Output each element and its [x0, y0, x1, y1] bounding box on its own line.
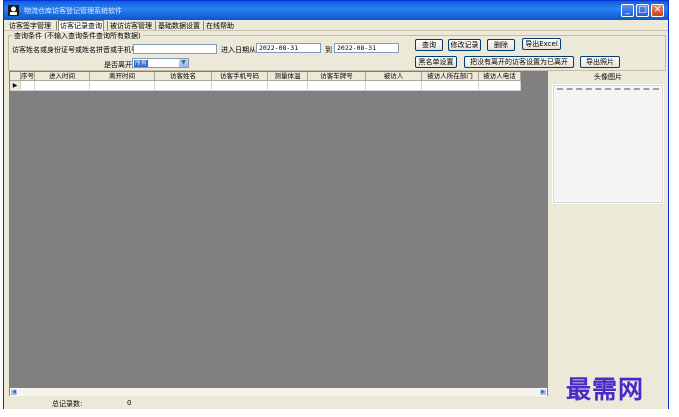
menu-separator — [107, 21, 108, 30]
mark-left-button[interactable]: 把没有离开的访客设置为已离开 — [464, 56, 574, 68]
menu-visitor-sign[interactable]: 访客签字管理 — [9, 21, 51, 31]
table-cell[interactable] — [422, 81, 479, 91]
date-to-label: 到 — [325, 46, 332, 54]
table-cell[interactable] — [366, 81, 422, 91]
date-from-input[interactable]: 2022-08-31 — [256, 43, 321, 53]
column-header[interactable]: 离开时间 — [90, 72, 155, 81]
photo-title: 头像图片 — [594, 73, 622, 81]
table-cell[interactable] — [90, 81, 155, 91]
watermark-logo: 最需网 — [566, 375, 645, 404]
total-records-value: 0 — [127, 399, 132, 407]
grid-corner — [10, 72, 21, 81]
menu-separator — [203, 21, 204, 30]
photo-frame — [552, 84, 664, 204]
export-photo-button[interactable]: 导出照片 — [580, 56, 620, 68]
table-cell[interactable] — [308, 81, 366, 91]
left-status-value: 所有 — [134, 60, 149, 67]
table-cell[interactable] — [155, 81, 212, 91]
query-button[interactable]: 查询 — [415, 39, 443, 51]
blacklist-button[interactable]: 黑名单设置 — [415, 56, 457, 68]
column-header[interactable]: 被访人 — [366, 72, 422, 81]
photo-panel: 头像图片 — [550, 71, 666, 205]
row-indicator-icon: ▶ — [10, 81, 21, 91]
column-header[interactable]: 序号 — [21, 72, 35, 81]
table-cell[interactable] — [268, 81, 308, 91]
window-title: 物流仓库访客登记管理系统软件 — [24, 7, 122, 15]
menu-visited-management[interactable]: 被访访客管理 — [110, 21, 152, 31]
table-cell[interactable] — [21, 81, 35, 91]
menu-base-data[interactable]: 基础数据设置 — [158, 21, 200, 31]
minimize-button[interactable]: _ — [621, 4, 634, 17]
photo-placeholder — [557, 88, 659, 90]
scroll-right-icon[interactable]: ▶ — [539, 388, 547, 396]
column-header[interactable]: 被访人电话 — [479, 72, 521, 81]
column-header[interactable]: 访客手机号码 — [212, 72, 268, 81]
horizontal-scrollbar[interactable]: ◀ ▶ — [10, 388, 547, 396]
date-to-input[interactable]: 2022-08-31 — [334, 43, 399, 53]
grid-header: 序号 进入时间 离开时间 访客姓名 访客手机号码 测量体温 访客车牌号 被访人 … — [10, 72, 521, 81]
menu-bar: 访客签字管理 访客记录查询 被访访客管理 基础数据设置 在线帮助 — [4, 20, 668, 32]
table-cell[interactable] — [35, 81, 90, 91]
delete-button[interactable]: 删除 — [487, 39, 515, 51]
menu-separator — [155, 21, 156, 30]
close-button[interactable]: ✕ — [651, 4, 664, 17]
title-bar: 物流仓库访客登记管理系统软件 _ □ ✕ — [4, 1, 668, 20]
left-status-label: 是否离开 — [104, 61, 132, 69]
scroll-left-icon[interactable]: ◀ — [10, 388, 18, 396]
modify-record-button[interactable]: 修改记录 — [448, 39, 481, 51]
records-grid[interactable]: 序号 进入时间 离开时间 访客姓名 访客手机号码 测量体温 访客车牌号 被访人 … — [9, 71, 548, 397]
column-header[interactable]: 进入时间 — [35, 72, 90, 81]
app-icon — [8, 5, 19, 16]
app-window: 物流仓库访客登记管理系统软件 _ □ ✕ 访客签字管理 访客记录查询 被访访客管… — [3, 0, 669, 409]
column-header[interactable]: 访客姓名 — [155, 72, 212, 81]
maximize-button[interactable]: □ — [636, 4, 649, 17]
column-header[interactable]: 访客车牌号 — [308, 72, 366, 81]
table-row-new[interactable]: ▶ — [10, 81, 521, 91]
date-from-label: 进入日期从 — [221, 46, 256, 54]
chevron-down-icon[interactable]: ▼ — [179, 59, 188, 67]
export-excel-button[interactable]: 导出Excel — [522, 38, 561, 50]
left-status-select[interactable]: 所有 ▼ — [132, 58, 189, 68]
search-group-label: 查询条件 (不输入查询条件查询所有数据) — [12, 31, 143, 41]
keyword-label: 访客姓名或身份证号或姓名拼音或手机号 — [12, 46, 138, 54]
menu-online-help[interactable]: 在线帮助 — [206, 21, 234, 31]
table-cell[interactable] — [212, 81, 268, 91]
column-header[interactable]: 测量体温 — [268, 72, 308, 81]
menu-separator — [56, 21, 57, 30]
table-cell[interactable] — [479, 81, 521, 91]
total-records-label: 总记录数: — [52, 400, 83, 408]
keyword-input[interactable] — [133, 44, 217, 54]
column-header[interactable]: 被访人所在部门 — [422, 72, 479, 81]
